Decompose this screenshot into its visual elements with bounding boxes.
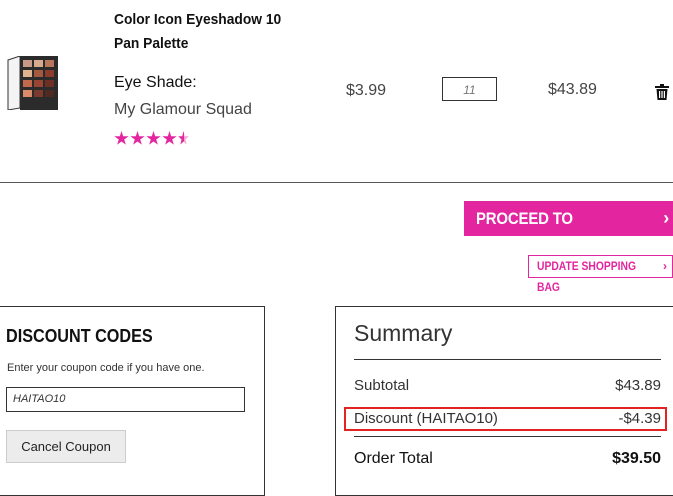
discount-label: Discount (HAITAO10) bbox=[354, 410, 498, 427]
option-value: My Glamour Squad bbox=[114, 101, 252, 118]
quantity-input[interactable]: 11 bbox=[442, 77, 497, 101]
rating-stars bbox=[114, 131, 189, 146]
summary-divider bbox=[354, 359, 661, 360]
product-name[interactable]: Color Icon Eyeshadow 10 Pan Palette bbox=[114, 8, 298, 56]
unit-price: $3.99 bbox=[346, 82, 387, 99]
half-star-icon bbox=[178, 131, 189, 145]
update-button-label: UPDATE SHOPPING BAG bbox=[537, 259, 637, 294]
eyeshadow-palette-image[interactable] bbox=[6, 56, 58, 110]
summary-divider bbox=[354, 436, 661, 437]
subtotal-label: Subtotal bbox=[354, 377, 410, 394]
cancel-coupon-button[interactable]: Cancel Coupon bbox=[6, 430, 126, 463]
star-icon bbox=[130, 131, 145, 145]
order-total-value: $39.50 bbox=[612, 450, 661, 467]
star-icon bbox=[114, 131, 129, 145]
summary-title: Summary bbox=[354, 320, 453, 346]
chevron-right-icon: › bbox=[663, 208, 669, 228]
chevron-right-icon: › bbox=[663, 259, 667, 273]
subtotal-value: $43.89 bbox=[615, 377, 661, 394]
order-total-label: Order Total bbox=[354, 450, 433, 467]
coupon-input[interactable]: HAITAO10 bbox=[6, 387, 245, 412]
update-shopping-bag-button[interactable]: UPDATE SHOPPING BAG › bbox=[528, 255, 673, 294]
star-icon bbox=[162, 131, 177, 145]
discount-title: DISCOUNT CODES bbox=[6, 326, 153, 346]
trash-icon[interactable] bbox=[655, 84, 669, 100]
discount-help-text: Enter your coupon code if you have one. bbox=[7, 362, 205, 374]
row-total: $43.89 bbox=[548, 81, 597, 98]
proceed-to-checkout-button[interactable]: PROCEED TO CHECKOUT › bbox=[464, 201, 673, 263]
star-icon bbox=[146, 131, 161, 145]
discount-value: -$4.39 bbox=[618, 410, 661, 427]
section-divider bbox=[0, 182, 673, 183]
option-label: Eye Shade: bbox=[114, 74, 197, 91]
